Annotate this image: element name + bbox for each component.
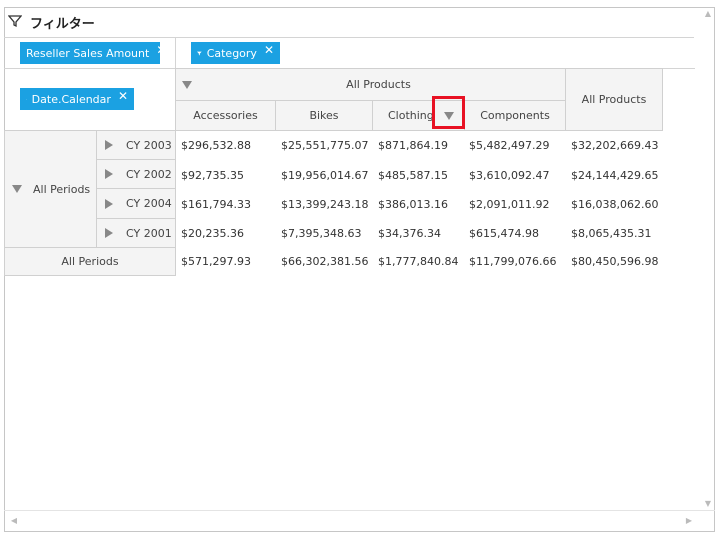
scroll-down-arrow-icon[interactable]: ▼ [702,498,714,510]
value-cell: $386,013.16 [378,198,448,211]
row-header-cy2003[interactable]: CY 2003 [96,130,176,160]
value-cell: $485,587.15 [378,169,448,182]
value-cell: $13,399,243.18 [281,198,369,211]
value-cell: $20,235.36 [181,227,244,240]
expand-triangle-icon[interactable] [105,140,113,150]
value-cell: $7,395,348.63 [281,227,362,240]
row-header-label: CY 2003 [126,138,172,152]
column-header-label: Clothing [388,109,434,122]
value-cell: $5,482,497.29 [469,139,550,152]
dropdown-highlight-box [432,96,465,129]
values-field-chip[interactable]: Reseller Sales Amount ✕ [20,42,166,64]
value-cell: $3,610,092.47 [469,169,550,182]
close-icon[interactable]: ✕ [118,90,128,102]
row-header-cy2001[interactable]: CY 2001 [96,218,176,248]
column-header-accessories[interactable]: Accessories [175,100,276,131]
row-field-chip[interactable]: Date.Calendar ✕ [20,88,134,110]
row-header-label: CY 2002 [126,167,172,181]
expand-triangle-icon[interactable] [105,169,113,179]
column-header-components[interactable]: Components [464,100,566,131]
value-cell: $19,956,014.67 [281,169,369,182]
filter-icon[interactable] [26,94,27,105]
total-value-cell: $80,450,596.98 [571,255,659,268]
scroll-right-arrow-icon[interactable]: ▶ [683,514,695,528]
value-cell: $2,091,011.92 [469,198,550,211]
row-header-cy2002[interactable]: CY 2002 [96,159,176,189]
value-cell: $871,864.19 [378,139,448,152]
row-group-header[interactable]: All Periods [4,130,97,248]
expand-triangle-icon[interactable] [105,198,113,209]
scroll-left-arrow-icon[interactable]: ◀ [8,514,20,528]
collapse-triangle-icon[interactable] [182,80,192,89]
value-cell: $25,551,775.07 [281,139,369,152]
column-header-bikes[interactable]: Bikes [275,100,373,131]
grand-total-column-header: All Products [565,68,663,131]
value-cell: $296,532.88 [181,139,251,152]
row-header-label: CY 2004 [126,197,172,210]
expand-triangle-icon[interactable] [105,228,113,238]
value-cell: $16,038,062.60 [571,198,659,211]
total-value-cell: $11,799,076.66 [469,255,557,268]
filter-icon[interactable] [8,14,22,28]
total-row-label: All Periods [61,255,119,268]
row-header-cy2004[interactable]: CY 2004 [96,188,176,219]
column-group-header[interactable]: All Products [175,68,566,101]
column-header-label: Accessories [193,109,258,122]
column-group-label: All Products [346,78,411,91]
collapse-triangle-icon[interactable] [12,185,22,193]
value-cell: $92,735.35 [181,169,244,182]
value-cell: $161,794.33 [181,198,251,211]
column-header-label: Components [480,109,550,122]
value-cell: $34,376.34 [378,227,441,240]
chip-label: Date.Calendar [31,92,111,106]
chip-label: Reseller Sales Amount [26,46,150,60]
total-value-cell: $1,777,840.84 [378,255,459,268]
row-group-label: All Periods [33,182,91,196]
horizontal-scrollbar[interactable] [4,510,715,511]
filter-title: フィルター [30,17,95,32]
grand-total-column-label: All Products [581,93,647,106]
value-cell: $8,065,435.31 [571,227,652,240]
chip-area-divider [175,38,176,68]
filter-icon[interactable] [197,48,202,59]
column-header-label: Bikes [309,109,339,122]
scroll-up-arrow-icon[interactable]: ▲ [702,8,714,20]
chip-label: Category [206,46,257,60]
column-field-chip[interactable]: Category ✕ [191,42,280,64]
row-header-label: CY 2001 [126,226,172,240]
value-cell: $32,202,669.43 [571,139,659,152]
value-cell: $24,144,429.65 [571,169,659,182]
close-icon[interactable]: ✕ [264,44,274,56]
total-value-cell: $66,302,381.56 [281,255,369,268]
value-cell: $615,474.98 [469,227,539,240]
close-icon[interactable]: ✕ [156,44,166,56]
total-value-cell: $571,297.93 [181,255,251,268]
total-row-header: All Periods [4,247,176,276]
filter-bar: フィルター [4,8,694,38]
